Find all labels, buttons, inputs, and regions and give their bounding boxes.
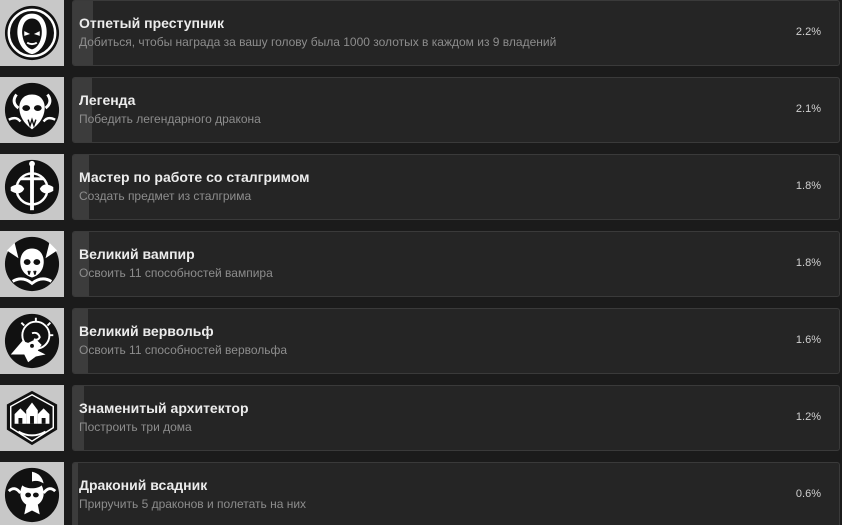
achievement-list: Отпетый преступник Добиться, чтобы награ… xyxy=(0,0,842,525)
achievement-row[interactable]: Драконий всадник Приручить 5 драконов и … xyxy=(0,462,842,525)
dragon-rider-icon xyxy=(4,467,60,523)
achievement-row[interactable]: Великий вервольф Освоить 11 способностей… xyxy=(0,308,842,376)
achievement-card: Драконий всадник Приручить 5 драконов и … xyxy=(72,462,840,525)
achievement-description: Приручить 5 драконов и полетать на них xyxy=(79,497,307,511)
achievement-title: Отпетый преступник xyxy=(79,15,225,31)
achievement-description: Освоить 11 способностей вампира xyxy=(79,266,273,280)
achievement-title: Знаменитый архитектор xyxy=(79,400,249,416)
achievement-card: Легенда Победить легендарного дракона 2.… xyxy=(72,77,840,143)
achievement-card: Мастер по работе со сталгримом Создать п… xyxy=(72,154,840,220)
achievement-row[interactable]: Знаменитый архитектор Построить три дома… xyxy=(0,385,842,453)
achievement-card: Великий вампир Освоить 11 способностей в… xyxy=(72,231,840,297)
achievement-icon-frame xyxy=(0,154,64,220)
achievement-percent: 2.1% xyxy=(795,103,821,115)
dragon-skull-icon xyxy=(4,82,60,138)
achievement-card: Знаменитый архитектор Построить три дома… xyxy=(72,385,840,451)
achievement-percent: 1.8% xyxy=(795,257,821,269)
progress-fill xyxy=(73,309,88,373)
achievement-description: Построить три дома xyxy=(79,420,192,434)
achievement-card: Великий вервольф Освоить 11 способностей… xyxy=(72,308,840,374)
werewolf-head-icon xyxy=(4,313,60,369)
achievement-title: Мастер по работе со сталгримом xyxy=(79,169,310,185)
progress-fill xyxy=(73,1,93,65)
achievement-title: Великий вервольф xyxy=(79,323,214,339)
achievement-description: Освоить 11 способностей вервольфа xyxy=(79,343,288,357)
hooded-face-icon xyxy=(4,5,60,61)
sword-emblem-icon xyxy=(4,159,60,215)
progress-fill xyxy=(73,78,93,142)
achievement-description: Победить легендарного дракона xyxy=(79,112,261,126)
achievement-icon-frame xyxy=(0,0,64,66)
progress-fill xyxy=(73,155,90,219)
achievement-card: Отпетый преступник Добиться, чтобы награ… xyxy=(72,0,840,66)
achievement-percent: 1.8% xyxy=(795,180,821,192)
progress-fill xyxy=(73,386,84,450)
progress-fill xyxy=(73,463,79,525)
achievement-icon-frame xyxy=(0,462,64,525)
achievement-title: Легенда xyxy=(79,92,136,108)
achievement-row[interactable]: Мастер по работе со сталгримом Создать п… xyxy=(0,154,842,222)
achievement-description: Создать предмет из сталгрима xyxy=(79,189,252,203)
achievement-row[interactable]: Отпетый преступник Добиться, чтобы награ… xyxy=(0,0,842,68)
achievement-icon-frame xyxy=(0,77,64,143)
achievement-percent: 1.2% xyxy=(795,411,821,423)
achievement-description: Добиться, чтобы награда за вашу голову б… xyxy=(79,35,557,49)
achievement-icon-frame xyxy=(0,308,64,374)
achievement-percent: 1.6% xyxy=(795,334,821,346)
achievement-percent: 2.2% xyxy=(795,26,821,38)
progress-fill xyxy=(73,232,90,296)
houses-emblem-icon xyxy=(6,390,58,446)
achievement-row[interactable]: Великий вампир Освоить 11 способностей в… xyxy=(0,231,842,299)
achievement-title: Драконий всадник xyxy=(79,477,208,493)
achievement-icon-frame xyxy=(0,385,64,451)
achievement-row[interactable]: Легенда Победить легендарного дракона 2.… xyxy=(0,77,842,145)
achievement-title: Великий вампир xyxy=(79,246,195,262)
achievement-icon-frame xyxy=(0,231,64,297)
vampire-skull-icon xyxy=(4,236,60,292)
achievement-percent: 0.6% xyxy=(795,488,821,500)
